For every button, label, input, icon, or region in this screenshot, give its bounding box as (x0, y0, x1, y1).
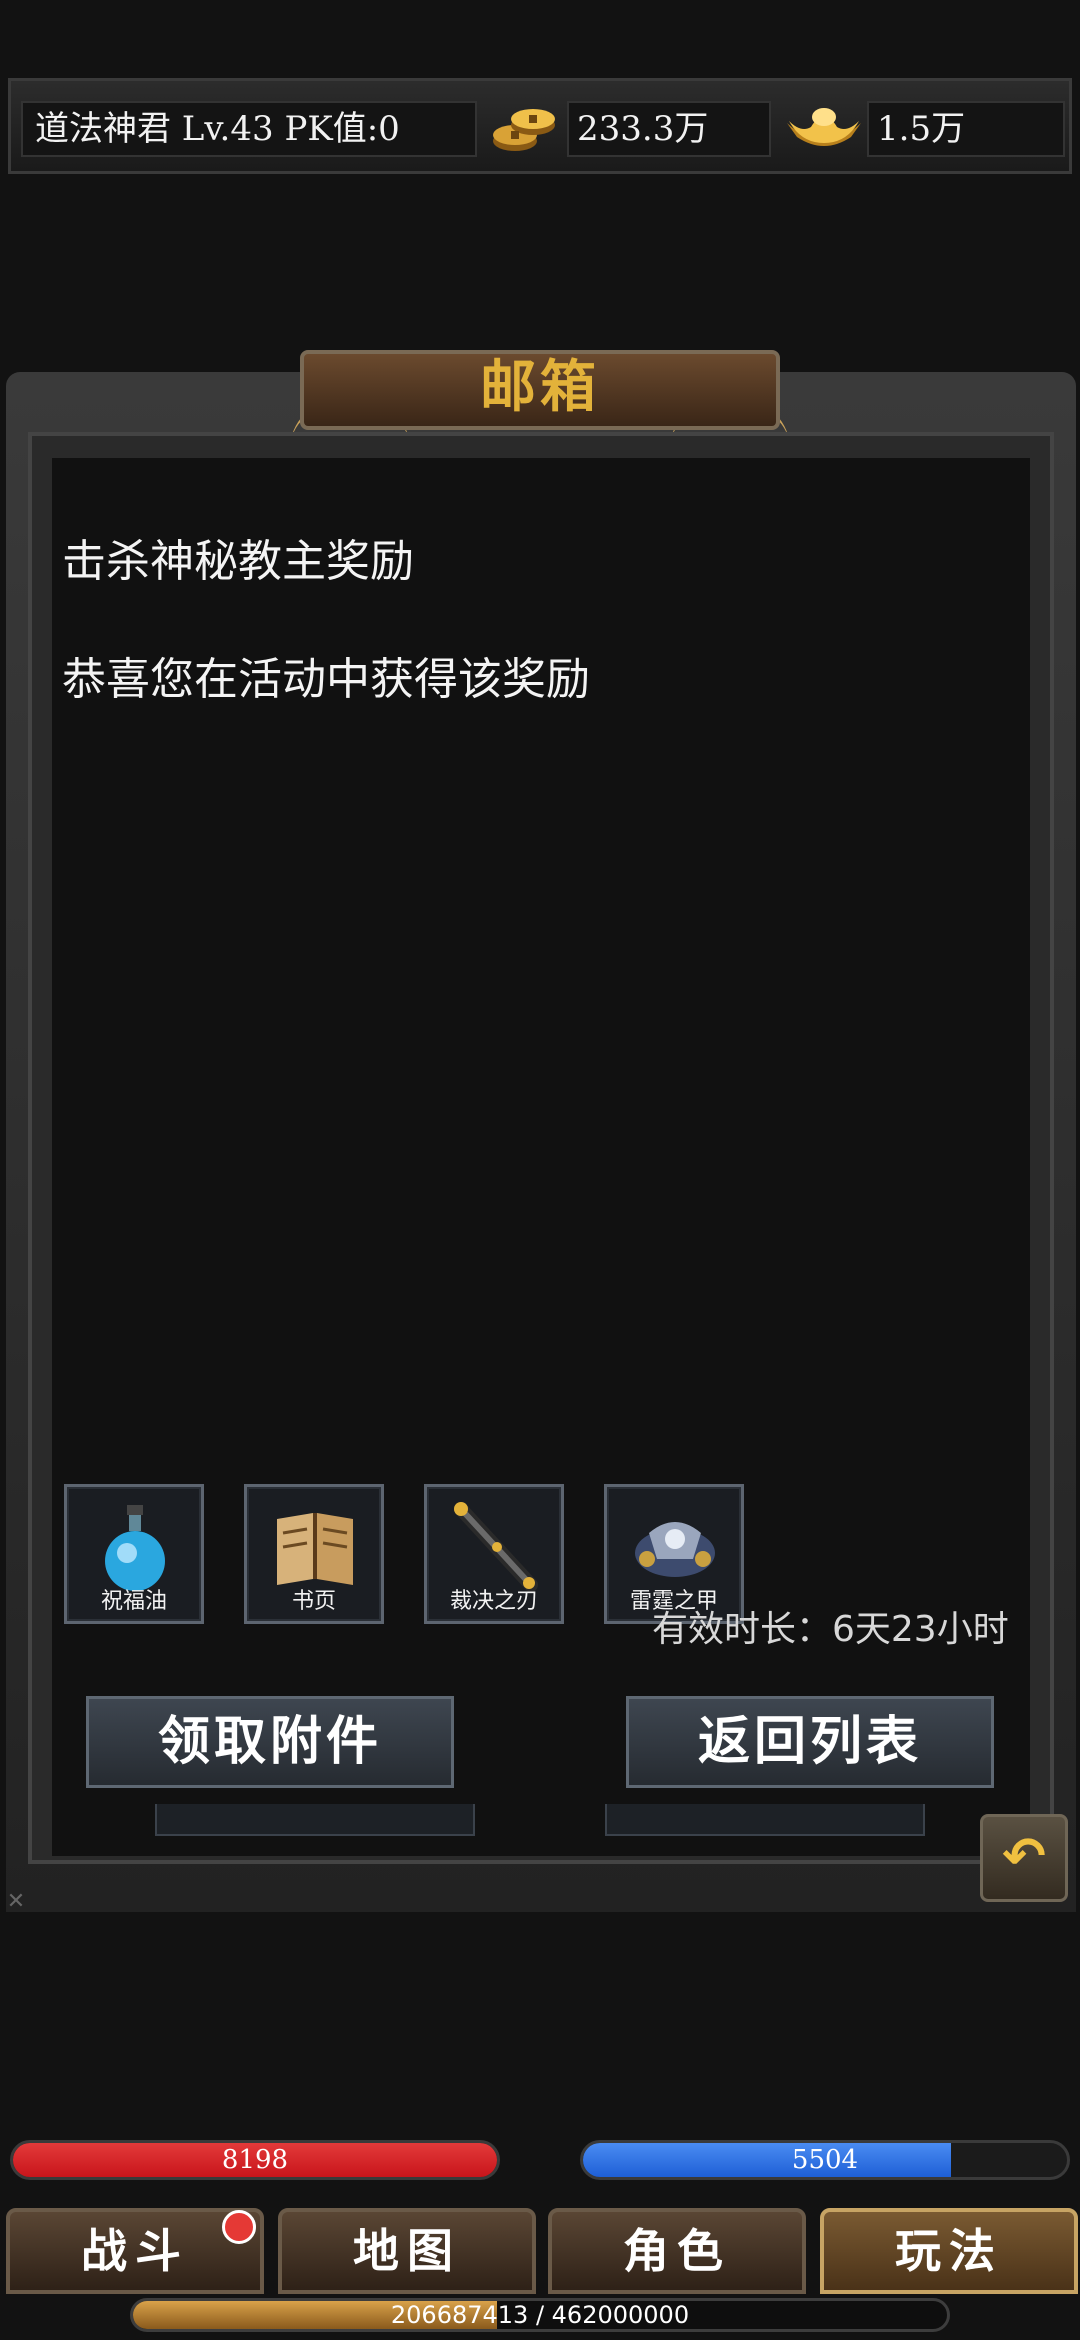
exp-text: 206687413 / 462000000 (390, 2301, 690, 2329)
background-button-left (155, 1804, 475, 1836)
attachment-slot[interactable]: 祝福油 (64, 1484, 204, 1624)
armor-icon (627, 1499, 723, 1595)
mail-subject: 击杀神秘教主奖励 (62, 536, 414, 587)
player-info-panel: 道法神君 Lv.43 PK值:0 (21, 101, 477, 157)
back-to-list-button[interactable]: 返回列表 (626, 1696, 994, 1788)
validity-text: 有效时长：6天23小时 (652, 1609, 1009, 1650)
attachment-name: 裁决之刃 (449, 1589, 538, 1614)
coin-stack-icon (485, 95, 565, 159)
ingot-amount: 1.5万 (877, 109, 966, 149)
player-info-text: 道法神君 Lv.43 PK值:0 (35, 109, 400, 149)
return-arrow-icon: ↶ (1002, 1827, 1046, 1887)
mail-body-text: 恭喜您在活动中获得该奖励 (62, 654, 590, 705)
return-arrow-button[interactable]: ↶ (980, 1814, 1068, 1902)
gold-amount: 233.3万 (577, 109, 709, 149)
attachment-name: 祝福油 (100, 1589, 167, 1614)
book-page-icon (267, 1499, 363, 1595)
claim-attachment-button[interactable]: 领取附件 (86, 1696, 454, 1788)
notification-badge (222, 2210, 256, 2244)
ingot-panel: 1.5万 (867, 101, 1065, 157)
attachment-slot[interactable]: 裁决之刃 (424, 1484, 564, 1624)
background-button-right (605, 1804, 925, 1836)
mp-bar: 5504 (580, 2140, 1070, 2180)
tab-character[interactable]: 角色 (548, 2208, 806, 2294)
hp-value: 8198 (221, 2145, 289, 2175)
gold-panel: 233.3万 (567, 101, 771, 157)
hp-bar: 8198 (10, 2140, 500, 2180)
top-status-bar: 道法神君 Lv.43 PK值:0 233.3万 1.5万 (8, 78, 1072, 174)
potion-bottle-icon (87, 1499, 183, 1595)
close-icon[interactable]: ✕ (4, 1890, 28, 1914)
attachment-slot[interactable]: 书页 (244, 1484, 384, 1624)
gold-ingot-icon (781, 97, 867, 157)
tab-gameplay[interactable]: 玩法 (820, 2208, 1078, 2294)
tab-map[interactable]: 地图 (278, 2208, 536, 2294)
mail-window-title: 邮箱 (480, 355, 600, 420)
blade-icon (447, 1499, 543, 1595)
attachment-name: 书页 (291, 1589, 336, 1614)
mp-value: 5504 (791, 2145, 859, 2175)
